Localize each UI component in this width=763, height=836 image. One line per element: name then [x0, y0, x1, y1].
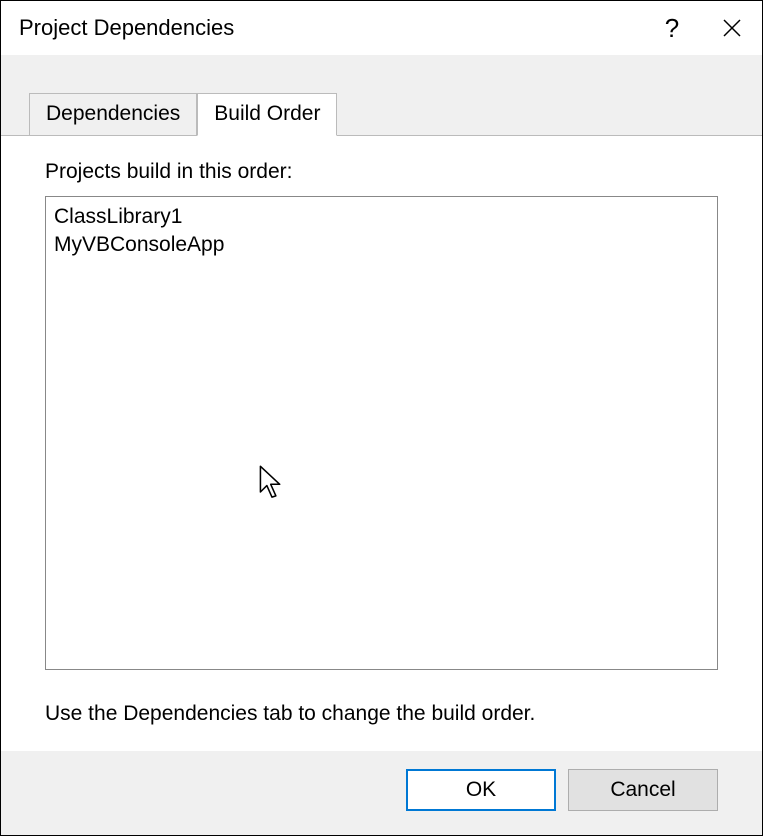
list-item[interactable]: MyVBConsoleApp	[54, 231, 709, 259]
titlebar: Project Dependencies ?	[1, 1, 762, 55]
dialog-title: Project Dependencies	[19, 15, 642, 41]
ok-button[interactable]: OK	[406, 769, 556, 811]
cursor-icon	[258, 465, 286, 509]
build-order-listbox[interactable]: ClassLibrary1 MyVBConsoleApp	[45, 196, 718, 670]
tabs: Dependencies Build Order	[1, 55, 762, 135]
content-area: Dependencies Build Order Projects build …	[1, 55, 762, 835]
close-icon[interactable]	[702, 1, 762, 55]
tab-dependencies[interactable]: Dependencies	[29, 93, 197, 135]
hint-text: Use the Dependencies tab to change the b…	[45, 702, 718, 726]
list-item[interactable]: ClassLibrary1	[54, 203, 709, 231]
tab-build-order[interactable]: Build Order	[197, 93, 337, 136]
build-order-label: Projects build in this order:	[45, 160, 718, 184]
project-dependencies-dialog: Project Dependencies ? Dependencies Buil…	[0, 0, 763, 836]
cancel-button[interactable]: Cancel	[568, 769, 718, 811]
button-row: OK Cancel	[1, 751, 762, 835]
tab-content: Projects build in this order: ClassLibra…	[1, 135, 762, 751]
help-icon[interactable]: ?	[642, 1, 702, 55]
